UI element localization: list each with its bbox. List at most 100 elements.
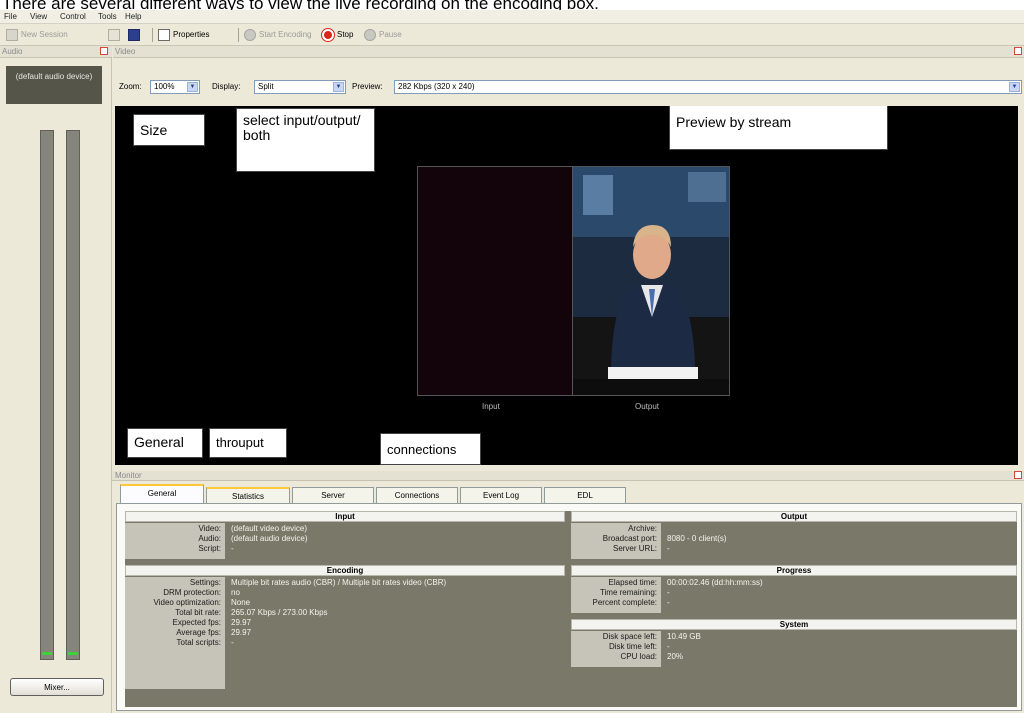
drm-label: DRM protection: [163,588,221,597]
mixer-button[interactable]: Mixer... [10,678,104,696]
tab-event-log[interactable]: Event Log [460,487,542,503]
pause-button[interactable]: Pause [364,27,402,42]
audio-panel-header: Audio [0,46,112,58]
tab-connections[interactable]: Connections [376,487,458,503]
total-scripts-label: Total scripts: [176,638,221,647]
audio-panel-title: Audio [2,47,23,56]
settings-value: Multiple bit rates audio (CBR) / Multipl… [231,578,447,587]
annotation-preview-by-stream: Preview by stream [669,106,888,150]
menu-bar: File View Control Tools Help [0,10,1024,24]
start-encoding-button[interactable]: Start Encoding [244,27,311,42]
properties-button[interactable]: Properties [158,27,209,42]
new-session-button[interactable]: New Session [6,27,68,42]
annotation-throughput: throuput [209,428,287,458]
time-remaining-label: Time remaining: [599,588,657,597]
monitor-panel-header: Monitor [112,471,1024,481]
audio-panel: (default audio device) Mixer... [0,58,112,713]
elapsed-time-label: Elapsed time: [608,578,657,587]
input-video-label: Video: [198,524,221,533]
news-anchor-image [573,167,729,395]
disk-space-label: Disk space left: [602,632,657,641]
output-group: Output Archive: Broadcast port: 8080 - 0… [571,511,1017,561]
input-script-label: Script: [198,544,221,553]
pause-label: Pause [379,30,402,39]
cpu-load-label: CPU load: [620,652,657,661]
output-pane-label: Output [635,402,660,411]
close-audio-panel-icon[interactable] [100,47,108,55]
audio-meter-right [66,130,80,660]
input-audio-value: (default audio device) [231,534,308,543]
input-video-value: (default video device) [231,524,308,533]
tab-server[interactable]: Server [292,487,374,503]
system-group: System Disk space left: 10.49 GB Disk ti… [571,619,1017,669]
zoom-label: Zoom: [119,82,142,91]
close-monitor-panel-icon[interactable] [1014,471,1022,479]
annotation-select: select input/output/ both [236,108,375,172]
expected-fps-value: 29.97 [231,618,252,627]
broadcast-port-label: Broadcast port: [602,534,657,543]
toolbar-separator [152,28,153,42]
broadcast-port-value: 8080 - 0 client(s) [667,534,727,543]
video-panel-header: Video [113,46,1024,58]
output-group-title: Output [571,511,1017,522]
main-toolbar: New Session Properties Start Encoding St… [0,24,1024,46]
display-label: Display: [212,82,241,91]
progress-group-title: Progress [571,565,1017,576]
annotation-connections: connections [380,433,481,465]
display-select[interactable]: Split ▼ [254,80,346,94]
toolbar-separator [238,28,239,42]
input-pane-label: Input [482,402,500,411]
monitor-stats-area: Input Video: (default video device) Audi… [125,511,1017,707]
properties-label: Properties [173,30,210,39]
pause-icon [364,28,376,41]
save-icon [128,28,140,41]
preview-select[interactable]: 282 Kbps (320 x 240) ▼ [394,80,1022,94]
expected-fps-label: Expected fps: [172,618,221,627]
disk-time-label: Disk time left: [608,642,657,651]
archive-label: Archive: [628,524,657,533]
settings-label: Settings: [189,578,221,587]
tab-statistics[interactable]: Statistics [206,487,290,503]
tab-edl[interactable]: EDL [544,487,626,503]
video-panel-title: Video [115,47,136,56]
save-button[interactable] [128,27,143,42]
stop-button[interactable]: Stop [322,27,353,42]
preview-value: 282 Kbps (320 x 240) [398,82,475,91]
audio-meter-left [40,130,54,660]
open-icon [108,28,120,41]
zoom-value: 100% [154,82,175,91]
new-session-label: New Session [21,30,68,39]
disk-space-value: 10.49 GB [667,632,701,641]
encoding-group: Encoding Settings: Multiple bit rates au… [125,565,565,705]
video-optimization-label: Video optimization: [153,598,221,607]
total-bit-rate-value: 265.07 Kbps / 273.00 Kbps [231,608,328,617]
elapsed-time-value: 00:00:02.46 (dd:hh:mm:ss) [667,578,763,587]
total-bit-rate-label: Total bit rate: [175,608,221,617]
chevron-down-icon[interactable]: ▼ [333,82,344,92]
audio-level-right [68,652,78,655]
zoom-select[interactable]: 100% ▼ [150,80,200,94]
preview-label: Preview: [352,82,383,91]
stop-label: Stop [337,30,354,39]
annotation-size: Size [133,114,205,146]
time-remaining-value: - [667,588,670,597]
menu-tools[interactable]: Tools [98,12,117,21]
input-group: Input Video: (default video device) Audi… [125,511,565,561]
new-session-icon [6,28,18,41]
cpu-load-value: 20% [667,652,684,661]
video-optimization-value: None [231,598,251,607]
input-group-title: Input [125,511,565,522]
windows-media-encoder-window: File View Control Tools Help New Session… [0,10,1024,713]
menu-control[interactable]: Control [60,12,86,21]
tab-general[interactable]: General [120,484,204,503]
chevron-down-icon[interactable]: ▼ [187,82,198,92]
video-preview-area: Size select input/output/ both Preview b… [115,106,1018,465]
menu-help[interactable]: Help [125,12,141,21]
open-button[interactable] [108,27,123,42]
close-video-panel-icon[interactable] [1014,47,1022,55]
menu-file[interactable]: File [4,12,17,21]
chevron-down-icon[interactable]: ▼ [1009,82,1020,92]
start-encoding-icon [244,28,256,41]
menu-view[interactable]: View [30,12,47,21]
start-encoding-label: Start Encoding [259,30,312,39]
